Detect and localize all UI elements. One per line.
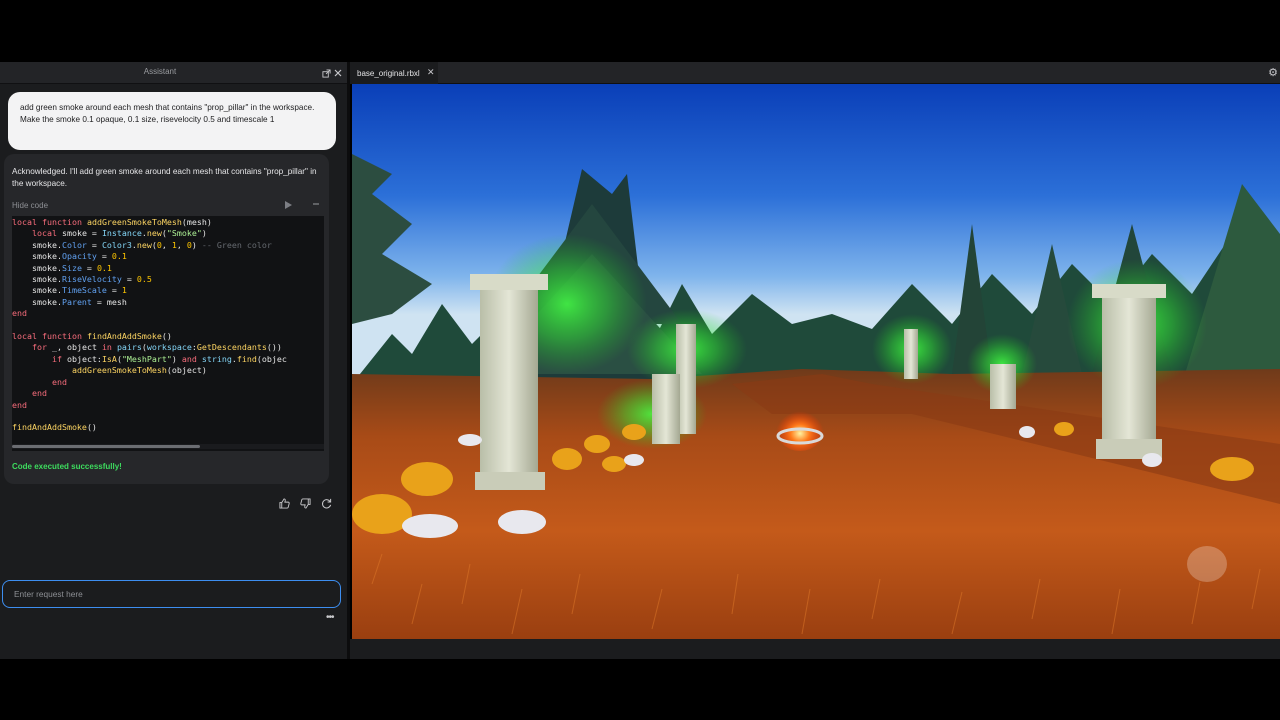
document-tabbar: base_original.rbxl ✕ ⚙ [350,62,1280,84]
code-line: smoke.Color = Color3.new(0, 1, 0) -- Gre… [12,239,272,250]
panel-splitter[interactable] [347,62,350,659]
assistant-reply: Acknowledged. I'll add green smoke aroun… [12,167,317,188]
thumbs-down-icon[interactable] [298,496,312,510]
panel-header: Assistant [0,62,347,84]
close-icon[interactable] [332,67,344,79]
hide-code-button[interactable]: Hide code [12,201,48,210]
tab-label: base_original.rbxl [357,68,420,78]
refresh-icon[interactable] [319,496,333,510]
code-line: smoke.TimeScale = 1 [12,285,127,296]
code-line: end [31,388,47,399]
code-line: local function addGreenSmokeToMesh(mesh) [12,217,212,227]
code-line: end [12,308,27,319]
thumbs-up-icon[interactable] [277,496,291,510]
request-input[interactable] [2,580,341,608]
more-icon[interactable]: ••• [326,612,334,623]
pillar-right [1092,284,1166,459]
assistant-response: Acknowledged. I'll add green smoke aroun… [4,154,329,484]
status-strip [350,639,1280,659]
tab-base-original[interactable]: base_original.rbxl [350,62,438,84]
code-line: local smoke = Instance.new("Smoke") [31,228,207,239]
code-line: smoke.Opacity = 0.1 [12,251,127,262]
code-line: findAndAddSmoke() [12,422,97,433]
assistant-panel: Assistant add green smoke around each me… [0,62,347,659]
code-line: local function findAndAddSmoke() [12,331,172,342]
code-line: end [12,399,27,410]
code-line: if object:IsA("MeshPart") and string.fin… [51,353,287,364]
scene-render [352,84,1280,639]
code-scrollbar[interactable] [12,444,324,449]
popout-icon[interactable] [320,67,332,79]
code-line: smoke.Size = 0.1 [12,262,112,273]
code-line: for _, object in pairs(workspace:GetDesc… [31,342,282,353]
close-icon[interactable]: ✕ [427,67,435,78]
code-text: local function addGreenSmokeToMesh(mesh)… [12,216,324,434]
code-line: smoke.RiseVelocity = 0.5 [12,274,152,285]
user-message: add green smoke around each mesh that co… [8,92,336,150]
gear-icon[interactable]: ⚙ [1268,66,1278,79]
execution-status: Code executed successfully! [12,462,122,471]
code-block[interactable]: local function addGreenSmokeToMesh(mesh)… [12,216,324,451]
panel-title: Assistant [143,67,177,76]
code-line: end [51,376,67,387]
play-icon[interactable] [284,200,293,212]
scroll-thumb[interactable] [12,445,200,448]
code-line: smoke.Parent = mesh [12,296,127,307]
3d-viewport[interactable] [352,84,1280,639]
collapse-icon[interactable] [312,196,320,208]
pillar-left [470,274,548,490]
code-line: addGreenSmokeToMesh(object) [71,365,207,376]
